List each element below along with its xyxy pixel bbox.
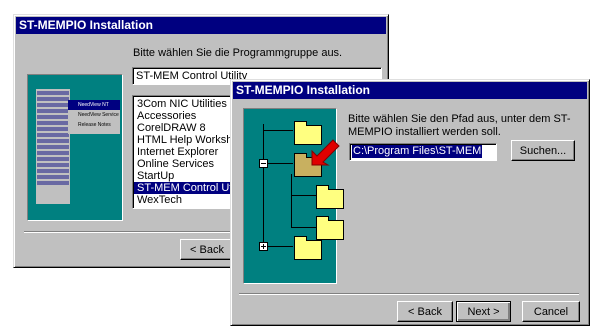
back-button[interactable]: < Back [397, 301, 453, 322]
collapse-node-icon [259, 159, 268, 168]
expand-node-icon [259, 242, 268, 251]
submenu-item-needview: NeedView NT [68, 100, 120, 110]
front-dialog-instruction: Bitte wählen Sie den Pfad aus, unter dem… [348, 113, 571, 138]
back-dialog-back-button[interactable]: < Back [180, 239, 234, 260]
front-dialog-title: ST-MEMPIO Installation [233, 82, 587, 99]
list-item[interactable]: StartUp [134, 170, 234, 182]
pointer-arrow-icon [311, 139, 340, 166]
back-dialog-title: ST-MEMPIO Installation [16, 17, 386, 34]
folder-tree-illustration [243, 108, 344, 284]
list-item[interactable]: WexTech [134, 194, 234, 206]
folder-icon [316, 185, 344, 209]
list-item-selected[interactable]: ST-MEM Control Utility [134, 182, 248, 194]
list-item[interactable]: Internet Explorer [134, 146, 234, 158]
install-path-value: C:\Program Files\ST-MEM [352, 145, 483, 158]
start-menu-preview: NeedView NT NeedView Service Release Not… [27, 74, 123, 221]
folder-icon [294, 236, 322, 260]
list-item[interactable]: Online Services [134, 158, 234, 170]
folder-icon [316, 216, 344, 240]
list-item[interactable]: Accessories [134, 110, 234, 122]
back-dialog-instruction: Bitte wählen Sie die Programmgruppe aus. [133, 47, 343, 59]
front-dialog-separator [239, 293, 579, 295]
submenu-item-release-notes: Release Notes [78, 122, 111, 128]
start-menu-submenu: NeedView NT NeedView Service Release Not… [68, 100, 120, 134]
install-path-input[interactable]: C:\Program Files\ST-MEM [349, 143, 497, 161]
front-install-dialog: ST-MEMPIO Installation Bitte wählen Sie … [230, 79, 590, 326]
start-menu-preview-list [36, 89, 70, 204]
cancel-button[interactable]: Cancel [522, 301, 580, 322]
next-button[interactable]: Next > [456, 301, 511, 322]
list-item[interactable]: HTML Help Workshop [134, 134, 245, 146]
browse-button[interactable]: Suchen... [511, 140, 575, 161]
submenu-item-service: NeedView Service [78, 112, 119, 118]
list-item[interactable]: CorelDRAW 8 [134, 122, 234, 134]
list-item[interactable]: 3Com NIC Utilities [134, 98, 234, 110]
